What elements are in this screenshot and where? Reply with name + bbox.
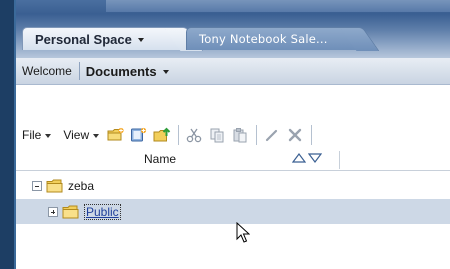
toolbar-divider	[256, 125, 258, 145]
expand-toggle-icon[interactable]	[48, 206, 58, 217]
new-document-icon[interactable]	[128, 124, 150, 146]
tab-tony-notebook-sale[interactable]: Tony Notebook Sale...	[186, 27, 358, 50]
toolbar-divider	[311, 125, 313, 145]
table-header: Name	[16, 147, 450, 171]
documents-toolbar: File View	[16, 123, 450, 147]
tree-node-link[interactable]: Public	[84, 203, 121, 220]
folder-icon	[62, 205, 79, 218]
upload-icon[interactable]	[151, 124, 173, 146]
welcome-link[interactable]: Welcome	[16, 64, 79, 78]
left-edge-bar	[0, 0, 16, 269]
sub-navigation-bar: Welcome Documents	[16, 58, 450, 85]
chevron-down-icon[interactable]	[137, 38, 144, 42]
mouse-pointer-icon	[236, 222, 250, 243]
tab-personal-space-label: Personal Space	[35, 31, 132, 47]
cut-icon[interactable]	[183, 124, 205, 146]
column-divider	[339, 151, 340, 169]
tree-row[interactable]: zeba	[16, 173, 450, 198]
paste-icon[interactable]	[229, 124, 251, 146]
copy-icon[interactable]	[206, 124, 228, 146]
chevron-down-icon	[162, 70, 169, 74]
folder-icon	[46, 179, 63, 192]
sort-controls	[292, 153, 322, 163]
chevron-down-icon	[45, 134, 52, 138]
edit-icon[interactable]	[261, 124, 283, 146]
column-header-name[interactable]: Name	[144, 152, 176, 166]
file-menu-button[interactable]: File	[16, 124, 57, 146]
file-menu-label: File	[22, 128, 42, 142]
documents-label: Documents	[85, 63, 157, 79]
toolbar-divider	[178, 125, 180, 145]
sort-ascending-icon[interactable]	[292, 153, 306, 163]
tab-personal-space[interactable]: Personal Space	[22, 27, 182, 50]
documents-menu[interactable]: Documents	[80, 64, 169, 79]
tab-tony-notebook-sale-label: Tony Notebook Sale...	[199, 32, 328, 46]
new-folder-icon[interactable]	[105, 124, 127, 146]
chevron-down-icon	[93, 134, 100, 138]
banner-highlight	[106, 0, 450, 12]
tree-node-label[interactable]: zeba	[68, 179, 94, 193]
tree-row-selected[interactable]: Public	[16, 199, 450, 224]
sort-descending-icon[interactable]	[308, 153, 322, 163]
view-menu-button[interactable]: View	[57, 124, 105, 146]
delete-icon[interactable]	[284, 124, 306, 146]
view-menu-label: View	[63, 128, 90, 142]
collapse-toggle-icon[interactable]	[32, 180, 42, 191]
